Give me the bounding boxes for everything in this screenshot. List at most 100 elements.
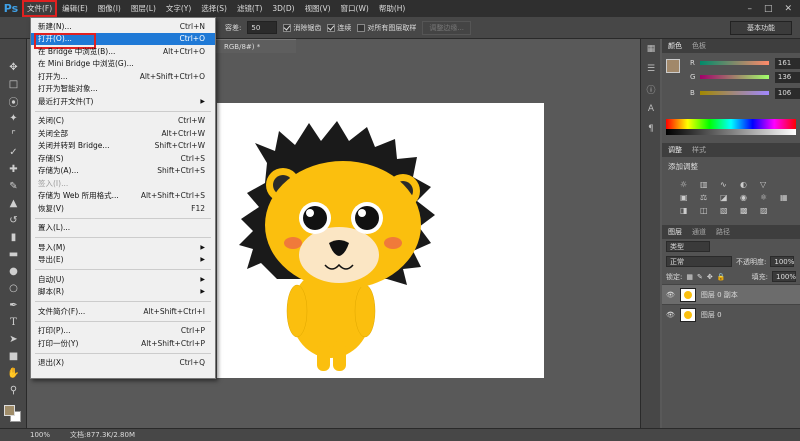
magic-wand-tool-icon[interactable]: ✦ bbox=[0, 110, 27, 127]
levels-icon[interactable]: ▥ bbox=[700, 180, 714, 189]
healing-tool-icon[interactable]: ✚ bbox=[0, 161, 27, 178]
invert-icon[interactable]: ◨ bbox=[680, 206, 694, 215]
layer-row[interactable]: 👁 图层 0 bbox=[662, 304, 800, 324]
minimize-icon[interactable]: – bbox=[747, 4, 752, 14]
brush-tool-icon[interactable]: ✎ bbox=[0, 178, 27, 195]
posterize-icon[interactable]: ◫ bbox=[700, 206, 714, 215]
close-icon[interactable]: ✕ bbox=[784, 4, 792, 14]
menu-layer[interactable]: 图层(L) bbox=[126, 0, 161, 17]
stamp-tool-icon[interactable]: ▲ bbox=[0, 195, 27, 212]
black-white-icon[interactable]: ◪ bbox=[720, 193, 734, 202]
gradient-map-icon[interactable]: ▩ bbox=[740, 206, 754, 215]
lasso-tool-icon[interactable]: ⦿ bbox=[0, 93, 27, 110]
tab-layers[interactable]: 图层 bbox=[668, 227, 682, 237]
menu-edit[interactable]: 编辑(E) bbox=[57, 0, 93, 17]
file-menu-item[interactable]: 在 Mini Bridge 中浏览(G)... bbox=[31, 58, 215, 71]
tab-adjustments[interactable]: 调整 bbox=[668, 145, 682, 155]
tab-paths[interactable]: 路径 bbox=[716, 227, 730, 237]
blend-mode-dropdown[interactable]: 正常 bbox=[666, 256, 732, 267]
crop-tool-icon[interactable]: ⌜ bbox=[0, 127, 27, 144]
menu-file[interactable]: 文件(F) bbox=[22, 0, 58, 17]
opacity-input[interactable]: 100% bbox=[770, 256, 794, 267]
dodge-tool-icon[interactable]: ○ bbox=[0, 280, 27, 297]
file-menu-item[interactable]: 新建(N)... Ctrl+N bbox=[31, 20, 215, 33]
brightness-icon[interactable]: ☼ bbox=[680, 180, 694, 189]
character-panel-icon[interactable]: A bbox=[641, 99, 661, 119]
document-canvas[interactable] bbox=[217, 103, 544, 378]
eraser-tool-icon[interactable]: ▮ bbox=[0, 229, 27, 246]
threshold-icon[interactable]: ▧ bbox=[720, 206, 734, 215]
file-menu-item[interactable]: 导出(E) ▶ bbox=[31, 254, 215, 267]
blur-tool-icon[interactable]: ● bbox=[0, 263, 27, 280]
file-menu-item[interactable]: 恢复(V) F12 bbox=[31, 202, 215, 215]
eye-icon[interactable]: 👁 bbox=[666, 311, 675, 319]
exposure-icon[interactable]: ◐ bbox=[740, 180, 754, 189]
menu-image[interactable]: 图像(I) bbox=[93, 0, 126, 17]
file-menu-item[interactable]: 存储为 Web 所用格式... Alt+Shift+Ctrl+S bbox=[31, 190, 215, 203]
move-tool-icon[interactable]: ✥ bbox=[0, 59, 27, 76]
all-layers-checkbox[interactable]: 对所有图层取样 bbox=[357, 23, 416, 33]
tab-styles[interactable]: 样式 bbox=[692, 145, 706, 155]
zoom-tool-icon[interactable]: ⚲ bbox=[0, 382, 27, 399]
file-menu-item[interactable]: 打开为... Alt+Shift+Ctrl+O bbox=[31, 70, 215, 83]
zoom-level[interactable]: 100% bbox=[30, 431, 50, 439]
layer-row[interactable]: 👁 图层 0 副本 bbox=[662, 284, 800, 304]
file-menu-item[interactable]: 打印(P)... Ctrl+P bbox=[31, 325, 215, 338]
color-spectrum[interactable] bbox=[666, 119, 796, 129]
file-menu-item[interactable]: 脚本(R) ▶ bbox=[31, 286, 215, 299]
grayscale-ramp[interactable] bbox=[666, 129, 796, 135]
photo-filter-icon[interactable]: ◉ bbox=[740, 193, 754, 202]
vibrance-icon[interactable]: ▽ bbox=[760, 180, 774, 189]
tolerance-input[interactable] bbox=[247, 21, 278, 34]
antialias-checkbox[interactable]: 消除锯齿 bbox=[283, 23, 321, 33]
file-menu-item[interactable]: 导入(M) ▶ bbox=[31, 241, 215, 254]
hue-saturation-icon[interactable]: ▣ bbox=[680, 193, 694, 202]
pen-tool-icon[interactable]: ✒ bbox=[0, 297, 27, 314]
channel-mixer-icon[interactable]: ⚛ bbox=[760, 193, 774, 202]
tab-color[interactable]: 颜色 bbox=[668, 41, 682, 51]
info-panel-icon[interactable]: ⓘ bbox=[641, 79, 661, 99]
tab-swatches[interactable]: 色板 bbox=[692, 41, 706, 51]
curves-icon[interactable]: ∿ bbox=[720, 180, 734, 189]
fill-input[interactable]: 100% bbox=[772, 271, 796, 282]
lock-all-icon[interactable]: 🔒 bbox=[717, 273, 726, 281]
file-menu-item[interactable]: 打开(O)... Ctrl+O bbox=[31, 32, 215, 48]
file-menu-item[interactable]: 关闭全部 Alt+Ctrl+W bbox=[31, 127, 215, 140]
contiguous-checkbox[interactable]: 连续 bbox=[327, 23, 351, 33]
type-tool-icon[interactable]: T bbox=[0, 314, 27, 331]
gradient-tool-icon[interactable]: ▬ bbox=[0, 246, 27, 263]
file-menu-item[interactable]: 在 Bridge 中浏览(B)... Alt+Ctrl+O bbox=[31, 45, 215, 58]
lock-paint-icon[interactable]: ✎ bbox=[697, 273, 703, 281]
file-menu-item[interactable]: 最近打开文件(T) ▶ bbox=[31, 95, 215, 108]
menu-3d[interactable]: 3D(D) bbox=[267, 0, 299, 17]
selective-color-icon[interactable]: ▨ bbox=[760, 206, 774, 215]
file-menu-item[interactable]: 文件简介(F)... Alt+Shift+Ctrl+I bbox=[31, 305, 215, 318]
menu-type[interactable]: 文字(Y) bbox=[161, 0, 196, 17]
file-menu-item[interactable]: 关闭并转到 Bridge... Shift+Ctrl+W bbox=[31, 140, 215, 153]
refine-edge-button[interactable]: 调整边缘... bbox=[422, 20, 472, 35]
file-menu-item[interactable]: 置入(L)... bbox=[31, 222, 215, 235]
eyedropper-tool-icon[interactable]: ✓ bbox=[0, 144, 27, 161]
red-slider[interactable] bbox=[699, 61, 769, 65]
foreground-color-swatch[interactable] bbox=[4, 405, 15, 416]
eye-icon[interactable]: 👁 bbox=[666, 291, 675, 299]
properties-panel-icon[interactable]: ☰ bbox=[641, 59, 661, 79]
menu-view[interactable]: 视图(V) bbox=[300, 0, 336, 17]
file-menu-item[interactable]: 自动(U) ▶ bbox=[31, 273, 215, 286]
maximize-icon[interactable]: □ bbox=[764, 4, 773, 14]
file-menu-item[interactable]: 存储(S) Ctrl+S bbox=[31, 152, 215, 165]
paragraph-panel-icon[interactable]: ¶ bbox=[641, 119, 661, 139]
document-info[interactable]: 文档:877.3K/2.80M bbox=[70, 430, 135, 440]
balance-icon[interactable]: ⚖ bbox=[700, 193, 714, 202]
file-menu-item[interactable]: 关闭(C) Ctrl+W bbox=[31, 115, 215, 128]
file-menu-item[interactable]: 退出(X) Ctrl+Q bbox=[31, 357, 215, 370]
menu-filter[interactable]: 滤镜(T) bbox=[232, 0, 267, 17]
document-tab[interactable]: RGB/8#) * bbox=[216, 39, 296, 53]
color-lookup-icon[interactable]: ▦ bbox=[780, 193, 794, 202]
green-value[interactable]: 136 bbox=[774, 71, 800, 83]
file-menu-item[interactable]: 打开为智能对象... bbox=[31, 83, 215, 96]
menu-help[interactable]: 帮助(H) bbox=[374, 0, 411, 17]
lock-transparency-icon[interactable]: ▦ bbox=[686, 273, 693, 281]
file-menu-item[interactable]: 存储为(A)... Shift+Ctrl+S bbox=[31, 165, 215, 178]
menu-window[interactable]: 窗口(W) bbox=[336, 0, 374, 17]
